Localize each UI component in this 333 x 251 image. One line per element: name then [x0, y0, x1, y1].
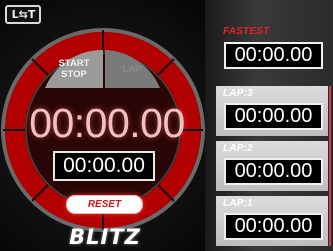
- lap-time: 00:00.00: [224, 103, 323, 130]
- fastest-label: FASTEST: [223, 26, 270, 37]
- lap-panel: LAP:2 00:00.00: [216, 141, 328, 191]
- lap-label: LAP:1: [223, 198, 253, 209]
- swap-arrow-icon: ⇆: [18, 8, 28, 21]
- main-time-display: 00:00.00: [29, 100, 185, 146]
- reset-button[interactable]: RESET: [66, 195, 143, 214]
- reset-label: RESET: [87, 199, 122, 210]
- lap-label: LAP: [122, 63, 142, 75]
- lap-button[interactable]: LAP: [108, 52, 156, 86]
- laps-scrollbar[interactable]: [329, 86, 331, 246]
- mode-label-left: L: [11, 8, 19, 21]
- brand-logo: BLITZ: [69, 225, 141, 249]
- fastest-time: 00:00.00: [224, 42, 323, 69]
- sub-time-display: 00:00.00: [53, 151, 155, 181]
- lap-panel: LAP:1 00:00.00: [216, 196, 328, 246]
- start-stop-button[interactable]: START STOP: [48, 52, 100, 86]
- lap-label: LAP:2: [223, 143, 253, 154]
- fastest-lap-panel: FASTEST 00:00.00: [216, 25, 328, 75]
- lap-label: LAP:3: [223, 88, 253, 99]
- mode-label-right: T: [27, 8, 35, 21]
- start-label: START: [58, 58, 90, 69]
- lap-time: 00:00.00: [224, 213, 323, 240]
- mode-toggle-button[interactable]: L ⇆ T: [5, 5, 41, 24]
- stop-label: STOP: [61, 69, 87, 80]
- lap-panel: LAP:3 00:00.00: [216, 86, 328, 136]
- lap-time: 00:00.00: [224, 158, 323, 185]
